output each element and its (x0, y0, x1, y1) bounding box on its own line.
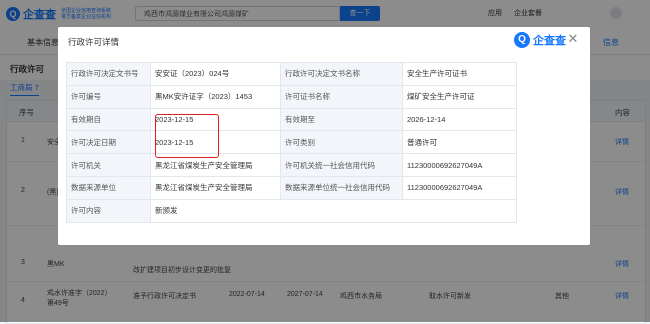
field-label: 行政许可决定文书名称 (280, 62, 403, 86)
logo-mark-icon: Q (514, 32, 530, 48)
field-value: 煤矿安全生产许可证 (402, 84, 517, 109)
field-label: 数据来源单位 (66, 175, 151, 200)
field-value: 黑龙江省煤炭生产安全管理局 (150, 175, 281, 200)
field-value: 11230000692627049A (402, 175, 517, 200)
detail-row: 许可编号 黑MK安许证字（2023）1453 许可证书名称 煤矿安全生产许可证 (66, 84, 517, 109)
close-icon[interactable]: ✕ (566, 32, 580, 46)
detail-row: 许可机关 黑龙江省煤炭生产安全管理局 许可机关统一社会信用代码 11230000… (66, 153, 517, 177)
detail-row: 数据来源单位 黑龙江省煤炭生产安全管理局 数据来源单位统一社会信用代码 1123… (66, 175, 517, 200)
detail-row: 许可决定日期 2023-12-15 许可类别 普通许可 (66, 130, 517, 155)
field-value: 安全生产许可证书 (402, 62, 517, 86)
date-highlight-box (155, 114, 219, 158)
field-label: 许可机关 (66, 153, 151, 177)
field-label: 许可内容 (66, 198, 151, 223)
field-value: 2026-12-14 (402, 107, 517, 132)
field-label: 许可编号 (66, 84, 151, 109)
field-value: 黑MK安许证字（2023）1453 (150, 84, 281, 109)
field-value: 新颁发 (150, 198, 517, 223)
modal-logo: Q 企查查 (514, 32, 566, 48)
field-label: 有效期自 (66, 107, 151, 132)
field-label: 许可决定日期 (66, 130, 151, 155)
detail-table: 行政许可决定文书号 安安证（2023）024号 行政许可决定文书名称 安全生产许… (66, 62, 517, 223)
field-label: 许可证书名称 (280, 84, 403, 109)
field-value: 11230000692627049A (402, 153, 517, 177)
field-label: 数据来源单位统一社会信用代码 (280, 175, 403, 200)
field-label: 行政许可决定文书号 (66, 62, 151, 86)
modal-logo-text: 企查查 (533, 35, 566, 47)
modal-title: 行政许可详情 (68, 37, 120, 47)
field-value: 普通许可 (402, 130, 517, 155)
field-label: 许可机关统一社会信用代码 (280, 153, 403, 177)
field-label: 有效期至 (280, 107, 403, 132)
field-value: 安安证（2023）024号 (150, 62, 281, 86)
detail-row: 许可内容 新颁发 (66, 198, 517, 223)
field-label: 许可类别 (280, 130, 403, 155)
detail-row: 行政许可决定文书号 安安证（2023）024号 行政许可决定文书名称 安全生产许… (66, 62, 517, 86)
license-detail-modal: 行政许可详情 Q 企查查 ✕ 行政许可决定文书号 安安证（2023）024号 行… (58, 27, 590, 245)
detail-row: 有效期自 2023-12-15 有效期至 2026-12-14 (66, 107, 517, 132)
